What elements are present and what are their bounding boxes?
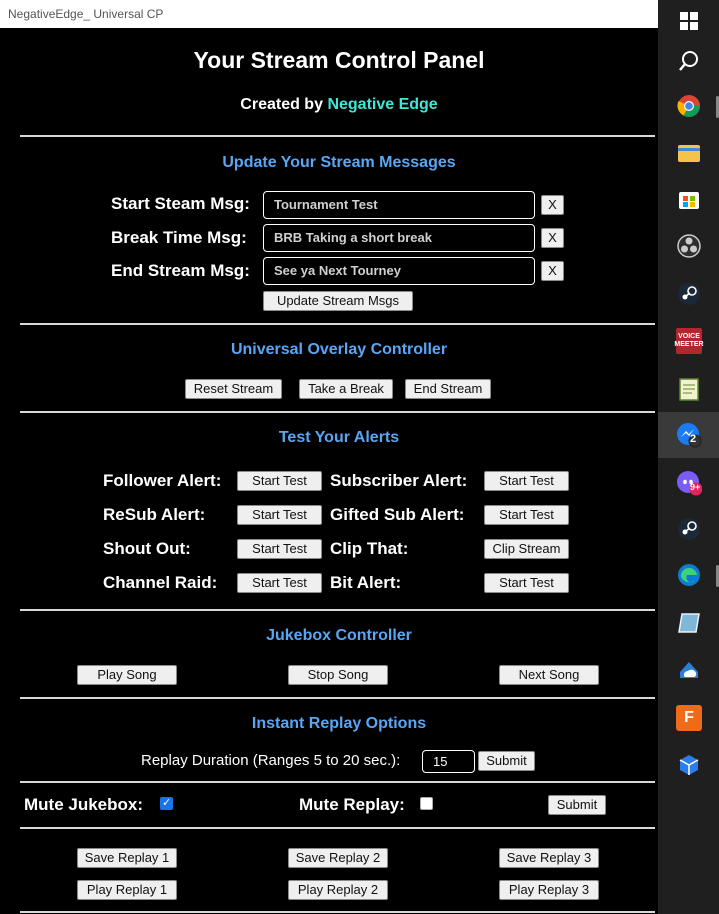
divider — [20, 411, 655, 413]
gifted-sub-alert-label: Gifted Sub Alert: — [330, 505, 465, 524]
follower-alert-label: Follower Alert: — [103, 471, 222, 490]
mute-submit-button[interactable]: Submit — [548, 795, 606, 815]
end-msg-label: End Stream Msg: — [111, 261, 250, 280]
start-msg-input[interactable]: Tournament Test — [263, 191, 535, 219]
file-explorer-icon[interactable] — [676, 140, 702, 166]
break-msg-clear-button[interactable]: X — [541, 228, 564, 248]
save-replay-2-button[interactable]: Save Replay 2 — [288, 848, 388, 868]
replay-duration-input[interactable]: 15 — [422, 750, 475, 773]
clip-that-label: Clip That: — [330, 539, 409, 558]
divider — [20, 135, 655, 137]
break-msg-label: Break Time Msg: — [111, 228, 247, 247]
store-icon[interactable] — [676, 186, 702, 212]
play-replay-1-button[interactable]: Play Replay 1 — [77, 880, 177, 900]
follower-alert-test-button[interactable]: Start Test — [237, 471, 322, 491]
box-icon[interactable] — [676, 752, 702, 778]
start-msg-label: Start Steam Msg: — [111, 194, 250, 213]
onedrive-icon[interactable] — [676, 657, 702, 683]
subscriber-alert-label: Subscriber Alert: — [330, 471, 468, 490]
mute-replay-label: Mute Replay: — [299, 795, 405, 814]
notepad-icon[interactable] — [676, 376, 702, 402]
divider — [20, 697, 655, 699]
divider — [20, 911, 655, 913]
page-title: Your Stream Control Panel — [193, 47, 485, 73]
reset-stream-button[interactable]: Reset Stream — [185, 379, 282, 399]
play-replay-3-button[interactable]: Play Replay 3 — [499, 880, 599, 900]
gifted-sub-alert-test-button[interactable]: Start Test — [484, 505, 569, 525]
voicemeeter-icon[interactable]: VOICE MEETER — [674, 328, 704, 354]
bit-alert-label: Bit Alert: — [330, 573, 402, 592]
divider — [20, 827, 655, 829]
taskbar: VOICE MEETER 2 9+ F — [658, 0, 719, 914]
voicemeeter-text: VOICE MEETER — [674, 333, 704, 348]
steam-icon[interactable] — [676, 281, 702, 307]
shout-out-label: Shout Out: — [103, 539, 191, 558]
fl-studio-icon[interactable]: F — [676, 705, 702, 731]
section-title-overlay: Universal Overlay Controller — [230, 341, 448, 358]
mute-jukebox-checkbox[interactable] — [160, 796, 173, 810]
save-replay-3-button[interactable]: Save Replay 3 — [499, 848, 599, 868]
mute-jukebox-label: Mute Jukebox: — [24, 795, 144, 814]
divider — [20, 781, 655, 783]
replay-duration-submit-button[interactable]: Submit — [478, 751, 535, 771]
subscriber-alert-test-button[interactable]: Start Test — [484, 471, 569, 491]
app-icon[interactable] — [676, 610, 702, 636]
bit-alert-test-button[interactable]: Start Test — [484, 573, 569, 593]
play-song-button[interactable]: Play Song — [77, 665, 177, 685]
divider — [20, 609, 655, 611]
windows-icon[interactable] — [676, 8, 702, 34]
obs-icon[interactable] — [676, 233, 702, 259]
take-a-break-button[interactable]: Take a Break — [299, 379, 393, 399]
clip-stream-button[interactable]: Clip Stream — [484, 539, 569, 559]
play-replay-2-button[interactable]: Play Replay 2 — [288, 880, 388, 900]
search-icon[interactable] — [676, 48, 702, 74]
fl-studio-text: F — [684, 709, 694, 726]
channel-raid-test-button[interactable]: Start Test — [237, 573, 322, 593]
discord-badge: 9+ — [690, 482, 701, 492]
shout-out-test-button[interactable]: Start Test — [237, 539, 322, 559]
credit-prefix: Created by — [240, 96, 323, 113]
mute-replay-checkbox[interactable] — [420, 797, 433, 810]
resub-alert-test-button[interactable]: Start Test — [237, 505, 322, 525]
end-msg-clear-button[interactable]: X — [541, 261, 564, 281]
chrome-icon[interactable] — [676, 93, 702, 119]
window-titlebar: NegativeEdge_ Universal CP — [0, 0, 658, 28]
divider — [20, 323, 655, 325]
next-song-button[interactable]: Next Song — [499, 665, 599, 685]
section-title-messages: Update Your Stream Messages — [222, 154, 456, 171]
end-msg-input[interactable]: See ya Next Tourney — [263, 257, 535, 285]
save-replay-1-button[interactable]: Save Replay 1 — [77, 848, 177, 868]
break-msg-input[interactable]: BRB Taking a short break — [263, 224, 535, 252]
section-title-jukebox: Jukebox Controller — [266, 627, 412, 644]
control-panel: Your Stream Control Panel Created by Neg… — [0, 28, 658, 914]
start-msg-clear-button[interactable]: X — [541, 195, 564, 215]
end-stream-button[interactable]: End Stream — [405, 379, 491, 399]
section-title-replay: Instant Replay Options — [251, 715, 427, 732]
discord-icon[interactable]: 9+ — [676, 470, 702, 496]
credit-line: Created by Negative Edge — [0, 96, 678, 114]
messenger-badge: 2 — [690, 433, 697, 445]
messenger-icon[interactable]: 2 — [676, 422, 702, 448]
window-title: NegativeEdge_ Universal CP — [8, 7, 164, 21]
channel-raid-label: Channel Raid: — [103, 573, 218, 592]
update-stream-msgs-button[interactable]: Update Stream Msgs — [263, 291, 413, 311]
replay-duration-label: Replay Duration (Ranges 5 to 20 sec.): — [141, 752, 401, 769]
section-title-alerts: Test Your Alerts — [278, 429, 400, 446]
steam-icon-2[interactable] — [676, 516, 702, 542]
stop-song-button[interactable]: Stop Song — [288, 665, 388, 685]
resub-alert-label: ReSub Alert: — [103, 505, 206, 524]
credit-name: Negative Edge — [327, 96, 438, 113]
edge-icon[interactable] — [676, 562, 702, 588]
